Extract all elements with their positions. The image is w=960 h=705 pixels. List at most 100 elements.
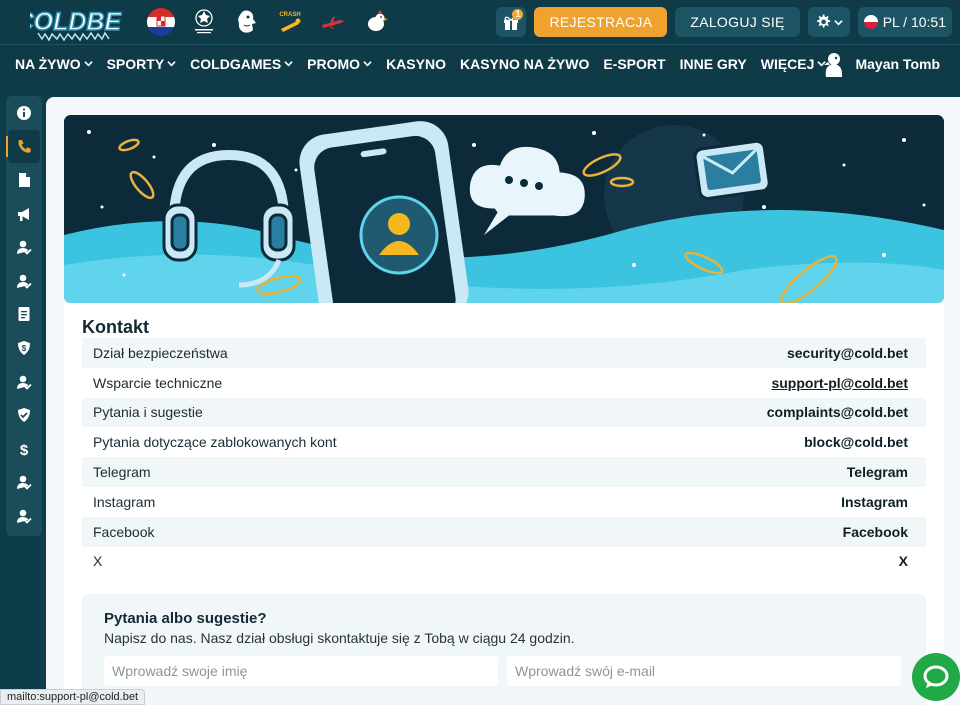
language-selector[interactable]: PL / 10:51 xyxy=(857,7,952,37)
contact-label: Pytania dotyczące zablokowanych kont xyxy=(93,434,337,451)
contact-row: Wsparcie techniczne support-pl@cold.bet xyxy=(82,368,926,398)
sidebar-item-phone[interactable] xyxy=(6,129,40,164)
contact-row: Instagram Instagram xyxy=(82,487,926,517)
nav-item-8[interactable]: WIĘCEJ xyxy=(761,56,827,72)
settings-button[interactable] xyxy=(807,7,850,37)
page-title: Kontakt xyxy=(82,317,149,337)
chat-bubble-icon xyxy=(923,665,949,688)
featured-game-link[interactable]: Mayan Tomb xyxy=(821,51,940,77)
svg-text:CRASH: CRASH xyxy=(279,12,300,18)
nav-item-2[interactable]: COLDGAMES xyxy=(190,56,293,72)
sidebar-item-user-check[interactable] xyxy=(6,365,42,399)
crash-game-icon[interactable]: CRASH xyxy=(274,6,306,38)
nav-item-label: KASYNO NA ŻYWO xyxy=(459,55,590,72)
sidebar-item-shield-check[interactable] xyxy=(6,398,42,432)
sidebar-item-file-text[interactable] xyxy=(6,298,42,332)
contact-value-link[interactable]: complaints@cold.bet xyxy=(767,404,908,420)
user-check-icon xyxy=(17,240,32,255)
user-check-icon xyxy=(17,375,32,390)
sidebar: $ $ xyxy=(6,96,42,536)
megaphone-icon xyxy=(18,207,29,221)
contact-row: Pytania dotyczące zablokowanych kont bloc… xyxy=(82,427,926,457)
live-chat-button[interactable] xyxy=(912,653,960,701)
shield-check-icon xyxy=(18,408,30,423)
register-button[interactable]: REJESTRACJA xyxy=(534,7,668,37)
croatia-flag-icon[interactable] xyxy=(145,6,177,38)
user-check-icon xyxy=(17,509,32,524)
top-bar: COLDBET CRASH 1 REJESTRACJA ZALOGUJ SIĘ xyxy=(0,0,960,44)
chevron-down-icon xyxy=(83,61,93,67)
contact-value-link[interactable]: support-pl@cold.bet xyxy=(771,375,908,391)
contact-value-link[interactable]: X xyxy=(899,553,908,569)
chevron-down-icon xyxy=(363,61,372,67)
svg-text:$: $ xyxy=(20,442,29,457)
contact-value-link[interactable]: Facebook xyxy=(843,524,908,540)
language-time-label: PL / 10:51 xyxy=(882,14,946,30)
chevron-down-icon xyxy=(834,19,843,25)
nav-item-label: NA ŻYWO xyxy=(15,55,81,72)
nav-item-label: COLDGAMES xyxy=(190,55,282,72)
sidebar-item-user-check[interactable] xyxy=(6,230,42,264)
main-nav: NA ŻYWO SPORTY COLDGAMES PROMO KASYNO KASYNO … xyxy=(0,44,960,82)
sidebar-item-info[interactable] xyxy=(6,96,42,130)
document-icon xyxy=(19,172,30,187)
contact-value-link[interactable]: block@cold.bet xyxy=(804,434,908,450)
nav-item-label: KASYNO xyxy=(386,55,446,72)
login-button[interactable]: ZALOGUJ SIĘ xyxy=(675,7,800,37)
email-input[interactable] xyxy=(507,656,901,686)
coldbet-logo[interactable]: COLDBET xyxy=(15,2,140,42)
form-title: Pytania albo sugestie? xyxy=(104,610,267,627)
logo-text: COLDBET xyxy=(30,8,122,36)
chevron-down-icon xyxy=(284,61,293,67)
featured-game-label: Mayan Tomb xyxy=(855,56,940,72)
contact-label: Dział bezpieczeństwa xyxy=(93,344,228,361)
sidebar-item-megaphone[interactable] xyxy=(6,197,42,231)
chicken-game-icon[interactable] xyxy=(360,6,392,38)
sidebar-item-shield-dollar[interactable]: $ xyxy=(6,331,42,365)
nav-item-3[interactable]: PROMO xyxy=(307,56,372,72)
contact-label: Wsparcie techniczne xyxy=(93,374,223,391)
nav-item-label: INNE GRY xyxy=(679,55,747,72)
contact-row: Dział bezpieczeństwa security@cold.bet xyxy=(82,338,926,368)
contact-row: Facebook Facebook xyxy=(82,516,926,547)
contact-table: Dział bezpieczeństwa security@cold.bet Wsp… xyxy=(82,338,926,576)
sidebar-item-document[interactable] xyxy=(6,163,42,197)
nav-item-4[interactable]: KASYNO xyxy=(386,56,446,72)
contact-banner xyxy=(64,115,944,303)
name-input[interactable] xyxy=(104,656,498,686)
info-icon xyxy=(17,105,31,120)
gift-button[interactable]: 1 xyxy=(496,7,527,37)
champions-league-icon[interactable] xyxy=(188,6,220,38)
chevron-down-icon xyxy=(167,61,176,67)
contact-label: Instagram xyxy=(93,493,156,510)
contact-value-link[interactable]: Instagram xyxy=(841,494,908,510)
main-content: Kontakt Dział bezpieczeństwa security@col… xyxy=(46,97,960,705)
contact-row: XX xyxy=(82,547,926,577)
sidebar-item-user-check[interactable] xyxy=(6,466,42,500)
sidebar-item-user-check[interactable] xyxy=(6,499,42,533)
dollar-icon: $ xyxy=(20,442,29,457)
user-check-icon xyxy=(17,476,32,491)
nav-item-label: WIĘCEJ xyxy=(760,55,815,72)
contact-card: Kontakt Dział bezpieczeństwa security@col… xyxy=(64,303,944,705)
nav-item-6[interactable]: E-SPORT xyxy=(603,56,665,72)
contact-label: Pytania i sugestie xyxy=(93,404,203,421)
nav-item-7[interactable]: INNE GRY xyxy=(680,56,747,72)
contact-value-link[interactable]: security@cold.bet xyxy=(787,345,908,361)
contact-label: X xyxy=(93,553,103,570)
contact-row: Pytania i sugestie complaints@cold.bet xyxy=(82,397,926,428)
nav-item-0[interactable]: NA ŻYWO xyxy=(15,56,93,72)
plane-game-icon[interactable] xyxy=(317,6,349,38)
user-check-icon xyxy=(17,274,32,289)
sidebar-item-user-check[interactable] xyxy=(6,264,42,298)
svg-text:$: $ xyxy=(22,344,27,353)
nav-item-label: SPORTY xyxy=(106,55,165,72)
contact-row: Telegram Telegram xyxy=(82,457,926,487)
gear-icon xyxy=(816,14,830,28)
contact-value-link[interactable]: Telegram xyxy=(847,464,908,480)
nav-item-1[interactable]: SPORTY xyxy=(107,56,177,72)
premier-league-icon[interactable] xyxy=(231,6,263,38)
nav-item-label: PROMO xyxy=(307,55,361,72)
nav-item-5[interactable]: KASYNO NA ŻYWO xyxy=(460,56,589,72)
sidebar-item-dollar[interactable]: $ xyxy=(6,432,42,466)
